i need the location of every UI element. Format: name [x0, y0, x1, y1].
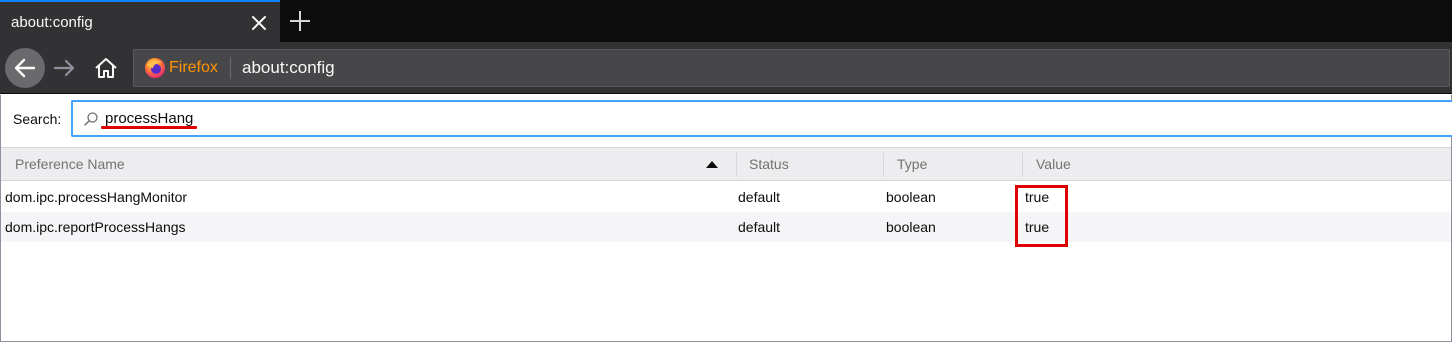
table-header: Preference Name Status Type Value	[1, 147, 1451, 181]
plus-icon[interactable]	[286, 7, 314, 35]
identity-label: Firefox	[169, 59, 218, 76]
cell-preference-name: dom.ipc.reportProcessHangs	[5, 219, 186, 235]
url-text[interactable]: about:config	[242, 58, 335, 78]
home-button[interactable]	[91, 53, 121, 83]
search-input[interactable]: processHang	[71, 100, 1452, 137]
firefox-logo-icon	[145, 58, 165, 78]
about-config-page: Search: processHang Preference Name Stat…	[0, 95, 1452, 342]
close-icon[interactable]	[246, 10, 272, 36]
table-row[interactable]: dom.ipc.processHangMonitor default boole…	[1, 182, 1451, 212]
cell-type: boolean	[886, 189, 936, 205]
column-header-type[interactable]: Type	[897, 156, 927, 172]
url-separator	[230, 57, 231, 79]
sort-ascending-icon	[706, 161, 718, 168]
cell-status: default	[738, 219, 781, 235]
forward-button[interactable]	[50, 53, 80, 83]
tab-title: about:config	[11, 14, 93, 31]
tab-about-config[interactable]: about:config	[0, 0, 280, 42]
column-divider[interactable]	[1022, 153, 1023, 177]
column-header-value[interactable]: Value	[1036, 156, 1071, 172]
navigation-toolbar: Firefox about:config	[0, 42, 1452, 94]
cell-type: boolean	[886, 219, 936, 235]
annotation-highlight-box	[1015, 185, 1068, 247]
back-arrow-icon	[14, 58, 36, 78]
column-divider[interactable]	[736, 153, 737, 177]
cell-preference-name: dom.ipc.processHangMonitor	[5, 189, 188, 205]
column-divider[interactable]	[883, 153, 884, 177]
cell-status: default	[738, 189, 781, 205]
column-header-preference-name[interactable]: Preference Name	[15, 156, 125, 172]
forward-arrow-icon	[53, 59, 75, 77]
search-value[interactable]: processHang	[105, 110, 193, 127]
annotation-underline	[101, 126, 197, 129]
search-icon	[84, 112, 98, 126]
home-icon	[95, 58, 117, 78]
url-bar[interactable]: Firefox about:config	[133, 49, 1450, 87]
table-row[interactable]: dom.ipc.reportProcessHangs default boole…	[1, 212, 1451, 242]
column-header-status[interactable]: Status	[749, 156, 789, 172]
search-label: Search:	[13, 111, 62, 127]
tab-strip: about:config	[0, 0, 1452, 42]
back-button[interactable]	[5, 48, 45, 88]
